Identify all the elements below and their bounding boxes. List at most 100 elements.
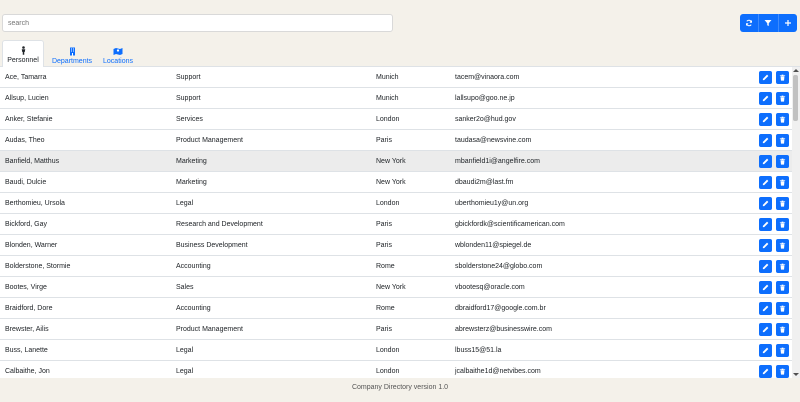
cell-location: Rome	[376, 262, 395, 270]
cell-email: abrewsterz@businesswire.com	[455, 325, 552, 333]
cell-name: Brewster, Ailis	[5, 325, 49, 333]
pencil-icon	[762, 74, 769, 81]
cell-department: Research and Development	[176, 220, 263, 228]
table-row: Berthomieu, Ursola Legal London uberthomieu…	[0, 193, 792, 214]
table-row: Bolderstone, Stormie Accounting Rome sbolde…	[0, 256, 792, 277]
edit-button[interactable]	[759, 239, 772, 252]
pencil-icon	[762, 242, 769, 249]
trash-icon	[779, 137, 786, 144]
table-scrollbar[interactable]	[792, 67, 800, 378]
trash-icon	[779, 368, 786, 375]
pencil-icon	[762, 368, 769, 375]
table-row: Audas, Theo Product Management Paris taudas…	[0, 130, 792, 151]
cell-name: Audas, Theo	[5, 136, 45, 144]
refresh-button[interactable]	[740, 14, 760, 32]
table-row: Braidford, Dore Accounting Rome dbraidford1…	[0, 298, 792, 319]
pencil-icon	[762, 221, 769, 228]
delete-button[interactable]	[776, 239, 789, 252]
cell-email: gbickfordk@scientificamerican.com	[455, 220, 565, 228]
edit-button[interactable]	[759, 71, 772, 84]
cell-email: taudasa@newsvine.com	[455, 136, 532, 144]
cell-location: Paris	[376, 241, 392, 249]
cell-department: Services	[176, 115, 203, 123]
tab-personnel[interactable]: Personnel	[2, 40, 44, 68]
edit-button[interactable]	[759, 281, 772, 294]
add-button[interactable]	[779, 14, 797, 32]
table-row: Calbaithe, Jon Legal London jcalbaithe1d@ne…	[0, 361, 792, 378]
cell-name: Bolderstone, Stormie	[5, 262, 71, 270]
cell-location: London	[376, 115, 400, 123]
table-row: Ace, Tamarra Support Munich tacem@vinaora.c…	[0, 67, 792, 88]
cell-department: Sales	[176, 283, 194, 291]
scroll-down-arrow[interactable]	[793, 373, 799, 376]
edit-button[interactable]	[759, 197, 772, 210]
tab-departments[interactable]: Departments	[50, 40, 94, 68]
delete-button[interactable]	[776, 155, 789, 168]
cell-name: Anker, Stefanie	[5, 115, 53, 123]
tab-locations[interactable]: Locations	[101, 40, 135, 68]
table-row: Blonden, Warner Business Development Paris…	[0, 235, 792, 256]
delete-button[interactable]	[776, 365, 789, 378]
scroll-thumb[interactable]	[793, 75, 798, 121]
cell-name: Buss, Lanette	[5, 346, 48, 354]
cell-department: Business Development	[176, 241, 248, 249]
map-icon	[113, 48, 123, 55]
tab-personnel-label: Personnel	[7, 57, 39, 64]
cell-name: Bootes, Virge	[5, 283, 47, 291]
edit-button[interactable]	[759, 344, 772, 357]
delete-button[interactable]	[776, 260, 789, 273]
edit-button[interactable]	[759, 176, 772, 189]
edit-button[interactable]	[759, 155, 772, 168]
table-row: Buss, Lanette Legal London lbuss15@51.la	[0, 340, 792, 361]
edit-button[interactable]	[759, 365, 772, 378]
edit-button[interactable]	[759, 113, 772, 126]
edit-button[interactable]	[759, 92, 772, 105]
cell-email: tacem@vinaora.com	[455, 73, 520, 81]
filter-button[interactable]	[759, 14, 779, 32]
trash-icon	[779, 74, 786, 81]
search-input[interactable]	[2, 14, 393, 32]
delete-button[interactable]	[776, 281, 789, 294]
cell-location: London	[376, 367, 400, 375]
delete-button[interactable]	[776, 302, 789, 315]
edit-button[interactable]	[759, 323, 772, 336]
cell-email: dbraidford17@google.com.br	[455, 304, 546, 312]
delete-button[interactable]	[776, 71, 789, 84]
delete-button[interactable]	[776, 92, 789, 105]
delete-button[interactable]	[776, 113, 789, 126]
cell-department: Legal	[176, 367, 194, 375]
trash-icon	[779, 221, 786, 228]
delete-button[interactable]	[776, 218, 789, 231]
pencil-icon	[762, 263, 769, 270]
cell-name: Allsup, Lucien	[5, 94, 49, 102]
cell-name: Ace, Tamarra	[5, 73, 47, 81]
delete-button[interactable]	[776, 197, 789, 210]
delete-button[interactable]	[776, 323, 789, 336]
scroll-up-arrow[interactable]	[793, 69, 799, 72]
refresh-icon	[746, 19, 753, 27]
pencil-icon	[762, 95, 769, 102]
delete-button[interactable]	[776, 134, 789, 147]
pencil-icon	[762, 305, 769, 312]
edit-button[interactable]	[759, 260, 772, 273]
cell-name: Braidford, Dore	[5, 304, 53, 312]
delete-button[interactable]	[776, 344, 789, 357]
cell-name: Berthomieu, Ursola	[5, 199, 65, 207]
table-row: Banfield, Matthus Marketing New York mbanfi…	[0, 151, 792, 172]
footer-version: Company Directory version 1.0	[351, 384, 449, 391]
cell-email: lbuss15@51.la	[455, 346, 502, 354]
delete-button[interactable]	[776, 176, 789, 189]
cell-email: mbanfield1i@angelfire.com	[455, 157, 540, 165]
table-row: Baudi, Dulcie Marketing New York dbaudi2m@l…	[0, 172, 792, 193]
cell-department: Support	[176, 94, 201, 102]
edit-button[interactable]	[759, 218, 772, 231]
cell-email: vbootesq@oracle.com	[455, 283, 525, 291]
cell-name: Bickford, Gay	[5, 220, 48, 228]
cell-location: Munich	[376, 94, 399, 102]
filter-icon	[764, 20, 772, 26]
cell-department: Accounting	[176, 304, 211, 312]
cell-email: lallsupo@goo.ne.jp	[455, 94, 515, 102]
edit-button[interactable]	[759, 302, 772, 315]
edit-button[interactable]	[759, 134, 772, 147]
trash-icon	[779, 242, 786, 249]
